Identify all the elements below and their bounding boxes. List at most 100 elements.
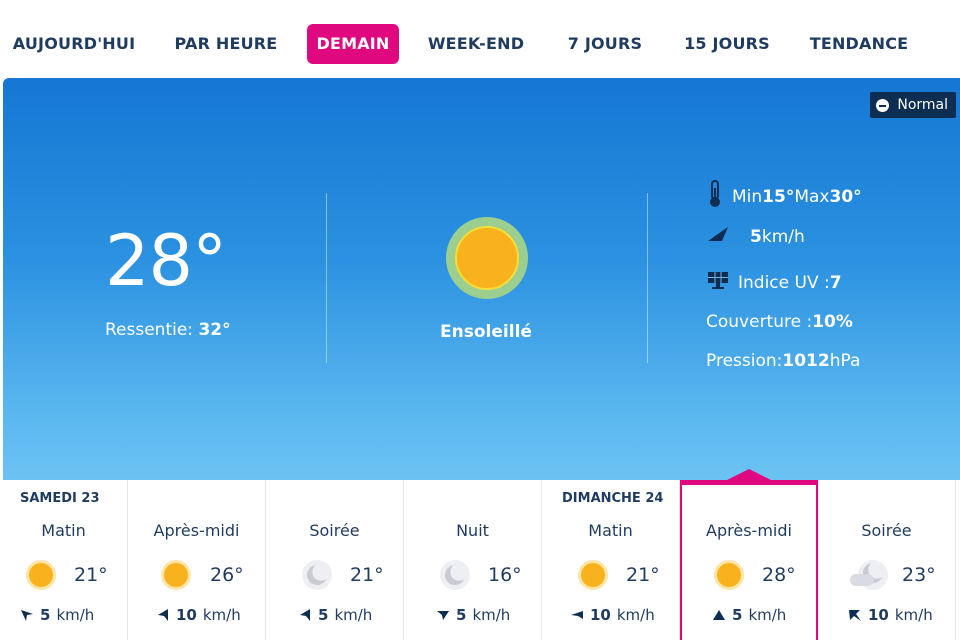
tab-demain[interactable]: DEMAIN: [307, 24, 399, 64]
day-label: SAMEDI 23: [20, 491, 100, 506]
uv-index: Indice UV : 7: [706, 270, 842, 295]
period-label: Après-midi: [706, 521, 792, 540]
tomorrow-hero-panel: Normal 28° Ressentie: 32° Ensoleillé Min…: [3, 78, 960, 480]
period-wind: 5 km/h: [298, 606, 372, 624]
pressure: Pression: 1012 hPa: [706, 351, 860, 371]
wind-speed-unit: km/h: [56, 606, 95, 624]
arrow-down-icon: [437, 611, 449, 620]
uv-value: 7: [829, 272, 842, 293]
display-mode-label: Normal: [897, 97, 948, 113]
hero-divider-left: [326, 193, 327, 363]
sun-icon: [446, 217, 528, 299]
wind-speed-value: 5: [732, 606, 743, 624]
period-temperature: 26°: [210, 564, 244, 586]
cloud-cover-label: Couverture :: [706, 312, 813, 332]
pressure-label: Pression:: [706, 351, 783, 371]
minus-circle-icon: [876, 98, 890, 112]
period-wind: 10 km/h: [848, 606, 933, 624]
period-temperature: 21°: [350, 564, 384, 586]
wind-speed-value: 10: [176, 606, 197, 624]
period-label: Nuit: [456, 521, 489, 540]
wind-speed-value: 5: [318, 606, 329, 624]
wind-speed-value: 10: [868, 606, 889, 624]
tab-tendance[interactable]: TENDANCE: [808, 24, 910, 64]
min-value: 15°: [762, 186, 795, 207]
period-temperature: 21°: [626, 564, 660, 586]
cloud-cover-value: 10%: [812, 312, 853, 332]
period-label: Après-midi: [153, 521, 240, 540]
feels-like-value: 32°: [198, 320, 231, 340]
thermometer-icon: [706, 180, 724, 213]
moon-icon: [302, 560, 332, 590]
weather-condition: Ensoleillé: [440, 322, 532, 342]
uv-label: Indice UV :: [738, 272, 830, 293]
period-temperature: 21°: [74, 564, 108, 586]
solar-panel-icon: [706, 270, 730, 295]
tab-7-jours[interactable]: 7 JOURS: [562, 24, 648, 64]
max-value: 30°: [829, 186, 862, 207]
wind-speed-unit: km/h: [334, 606, 373, 624]
moon-icon: [440, 560, 470, 590]
wind-speed-unit: km/h: [202, 606, 241, 624]
wind-speed-unit: km/h: [748, 606, 787, 624]
arrow-left-icon: [571, 611, 583, 619]
forecast-tabs: AUJOURD'HUI PAR HEURE DEMAIN WEEK-END 7 …: [0, 0, 960, 78]
forecast-card[interactable]: Soirée 23° 10 km/h: [818, 480, 956, 640]
forecast-card[interactable]: Après-midi 26° 10 km/h: [128, 480, 266, 640]
wind-speed-unit: km/h: [894, 606, 933, 624]
period-wind: 10 km/h: [570, 606, 655, 624]
period-label: Soirée: [309, 521, 360, 540]
arrow-left-icon: [300, 609, 310, 621]
period-label: Soirée: [861, 521, 912, 540]
forecast-card[interactable]: DIMANCHE 24 Matin 21° 10 km/h: [542, 480, 680, 640]
tab-15-jours[interactable]: 15 JOURS: [680, 24, 774, 64]
arrow-down-right-icon: [849, 610, 861, 621]
moon-cloud-icon: [850, 560, 888, 590]
day-label: DIMANCHE 24: [562, 491, 664, 506]
sun-icon: [714, 560, 744, 590]
wind-speed-value: 5: [40, 606, 51, 624]
period-wind: 5 km/h: [436, 606, 510, 624]
arrow-up-icon: [713, 610, 725, 620]
tab-aujourdhui[interactable]: AUJOURD'HUI: [10, 24, 138, 64]
wind-speed-value: 10: [590, 606, 611, 624]
max-label: Max: [794, 186, 830, 207]
wind-speed-unit: km/h: [616, 606, 655, 624]
period-forecast-strip: SAMEDI 23 Matin 21° 5 km/h Après-midi 26°…: [0, 469, 960, 640]
pressure-value: 1012: [782, 351, 830, 371]
tab-week-end[interactable]: WEEK-END: [424, 24, 528, 64]
pressure-unit: hPa: [829, 351, 861, 371]
period-temperature: 16°: [488, 564, 522, 586]
forecast-card-selected[interactable]: Après-midi 28° 5 km/h: [680, 469, 818, 640]
wind-speed-value: 5: [456, 606, 467, 624]
wind-speed-unit: km/h: [472, 606, 511, 624]
wind-value: 5: [750, 226, 762, 247]
feels-like-label: Ressentie:: [105, 320, 199, 340]
period-label: Matin: [41, 521, 86, 540]
period-temperature: 28°: [762, 564, 796, 586]
wind-speed: 5 km/h: [706, 226, 805, 247]
display-mode-button[interactable]: Normal: [870, 92, 956, 118]
feels-like: Ressentie: 32°: [105, 320, 231, 340]
wind-unit: km/h: [761, 226, 805, 247]
forecast-card[interactable]: Soirée 21° 5 km/h: [266, 480, 404, 640]
wind-direction-icon: [706, 226, 730, 247]
forecast-card[interactable]: Nuit 16° 5 km/h: [404, 480, 542, 640]
hero-divider-right: [647, 193, 648, 363]
period-wind: 5 km/h: [712, 606, 786, 624]
min-label: Min: [732, 186, 763, 207]
tab-par-heure[interactable]: PAR HEURE: [172, 24, 280, 64]
sun-icon: [161, 560, 191, 590]
period-wind: 5 km/h: [20, 606, 94, 624]
current-temperature: 28°: [105, 220, 227, 302]
cloud-cover: Couverture : 10%: [706, 312, 853, 332]
sun-icon: [26, 560, 56, 590]
period-wind: 10 km/h: [156, 606, 241, 624]
selection-pointer: [727, 469, 771, 480]
period-label: Matin: [588, 521, 633, 540]
min-max-temperature: Min 15° Max 30°: [706, 180, 862, 213]
arrow-left-icon: [158, 609, 168, 621]
period-temperature: 23°: [902, 564, 936, 586]
forecast-card[interactable]: SAMEDI 23 Matin 21° 5 km/h: [0, 480, 128, 640]
sun-icon: [578, 560, 608, 590]
